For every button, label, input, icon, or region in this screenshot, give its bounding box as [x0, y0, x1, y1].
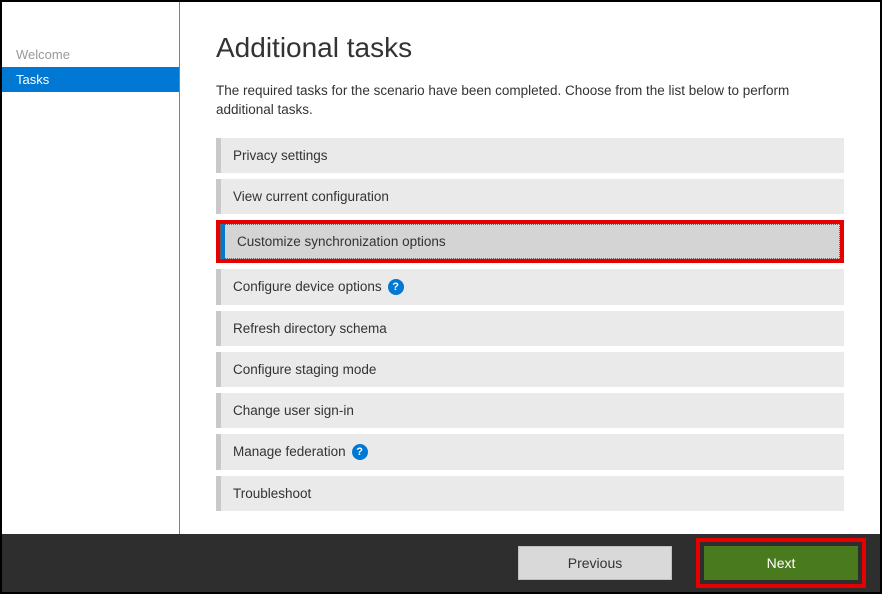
- highlight-selected-task: Customize synchronization options: [216, 220, 844, 263]
- task-label: Troubleshoot: [233, 486, 311, 501]
- task-label: Change user sign-in: [233, 403, 354, 418]
- task-label: Manage federation: [233, 444, 346, 459]
- task-manage-federation[interactable]: Manage federation ?: [216, 434, 844, 470]
- task-change-user-sign-in[interactable]: Change user sign-in: [216, 393, 844, 428]
- footer: Previous Next: [2, 534, 880, 592]
- task-label: View current configuration: [233, 189, 389, 204]
- task-customize-synchronization-options[interactable]: Customize synchronization options: [220, 224, 840, 259]
- sidebar-item-welcome[interactable]: Welcome: [2, 42, 179, 67]
- task-label: Configure staging mode: [233, 362, 376, 377]
- task-troubleshoot[interactable]: Troubleshoot: [216, 476, 844, 511]
- task-list: Privacy settings View current configurat…: [216, 138, 844, 511]
- task-configure-staging-mode[interactable]: Configure staging mode: [216, 352, 844, 387]
- task-label: Privacy settings: [233, 148, 328, 163]
- task-view-current-configuration[interactable]: View current configuration: [216, 179, 844, 214]
- previous-button[interactable]: Previous: [518, 546, 672, 580]
- task-privacy-settings[interactable]: Privacy settings: [216, 138, 844, 173]
- next-button[interactable]: Next: [704, 546, 858, 580]
- main-panel: Additional tasks The required tasks for …: [180, 2, 880, 534]
- task-refresh-directory-schema[interactable]: Refresh directory schema: [216, 311, 844, 346]
- sidebar-item-tasks[interactable]: Tasks: [2, 67, 179, 92]
- page-description: The required tasks for the scenario have…: [216, 82, 844, 120]
- highlight-next-button: Next: [696, 538, 866, 588]
- task-label: Customize synchronization options: [237, 234, 446, 249]
- help-icon[interactable]: ?: [388, 279, 404, 295]
- task-label: Configure device options: [233, 279, 382, 294]
- help-icon[interactable]: ?: [352, 444, 368, 460]
- page-title: Additional tasks: [216, 32, 844, 64]
- task-configure-device-options[interactable]: Configure device options ?: [216, 269, 844, 305]
- sidebar: Welcome Tasks: [2, 2, 180, 534]
- task-label: Refresh directory schema: [233, 321, 387, 336]
